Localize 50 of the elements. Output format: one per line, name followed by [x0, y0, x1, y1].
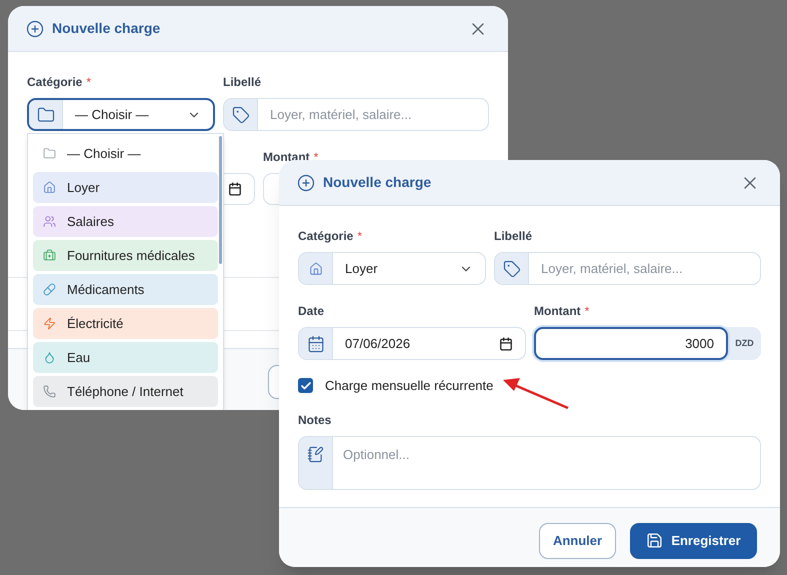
- add-icon: [26, 20, 44, 38]
- folder-icon: [36, 106, 54, 124]
- check-icon: [300, 380, 312, 392]
- calendar-icon: [499, 336, 513, 350]
- date-input[interactable]: 07/06/2026: [345, 334, 499, 354]
- save-icon: [646, 532, 664, 549]
- dropdown-item[interactable]: Électricité: [33, 308, 218, 339]
- select-value: — Choisir —: [75, 106, 149, 124]
- checkbox-label: Charge mensuelle récurrente: [325, 377, 494, 395]
- dropdown-item[interactable]: Médicaments: [33, 274, 218, 305]
- select-value: Loyer: [345, 260, 378, 278]
- field-label: Catégorie: [298, 228, 354, 245]
- scrollbar-thumb[interactable]: [219, 136, 222, 264]
- calendar-icon: [228, 182, 242, 196]
- currency-label: DZD: [734, 336, 755, 350]
- required-mark: *: [86, 74, 92, 91]
- field-label: Catégorie: [27, 74, 82, 91]
- field-label: Notes: [298, 412, 332, 428]
- recurring-checkbox[interactable]: [298, 378, 313, 394]
- category-select[interactable]: Loyer: [298, 252, 486, 285]
- libelle-input[interactable]: Loyer, matériel, salaire...: [541, 258, 760, 278]
- dropdown-item[interactable]: Fournitures médicales: [33, 240, 218, 271]
- required-mark: *: [314, 149, 318, 166]
- cancel-button[interactable]: Annuler: [539, 522, 616, 558]
- add-icon: [297, 174, 315, 192]
- field-label: Libellé: [494, 228, 532, 245]
- tag-icon: [502, 260, 520, 278]
- field-label: Date: [298, 303, 324, 320]
- dropdown-item[interactable]: Eau: [33, 342, 218, 373]
- dialog-title: Nouvelle charge: [52, 19, 160, 38]
- required-mark: *: [357, 228, 362, 245]
- calendar-icon: [306, 334, 324, 352]
- libelle-input[interactable]: Loyer, matériel, salaire...: [270, 104, 488, 124]
- dialog-title: Nouvelle charge: [323, 173, 432, 192]
- dropdown-item[interactable]: Loyer: [33, 172, 218, 203]
- save-button[interactable]: Enregistrer: [630, 522, 757, 558]
- date-field[interactable]: 07/06/2026: [298, 327, 526, 360]
- libelle-field[interactable]: Loyer, matériel, salaire...: [494, 252, 761, 285]
- amount-field[interactable]: 3000: [534, 327, 728, 360]
- dropdown-item[interactable]: Salaires: [33, 206, 218, 237]
- libelle-field[interactable]: Loyer, matériel, salaire...: [223, 98, 489, 131]
- category-select[interactable]: — Choisir —: [27, 98, 215, 131]
- tag-icon: [232, 106, 250, 124]
- field-label: Montant: [534, 303, 581, 320]
- dropdown-item[interactable]: — Choisir —: [33, 138, 218, 169]
- required-mark: *: [584, 303, 590, 320]
- house-icon: [308, 262, 322, 276]
- note-icon: [307, 446, 324, 462]
- field-label: Libellé: [223, 74, 262, 91]
- dropdown-item[interactable]: Téléphone / Internet: [33, 376, 218, 407]
